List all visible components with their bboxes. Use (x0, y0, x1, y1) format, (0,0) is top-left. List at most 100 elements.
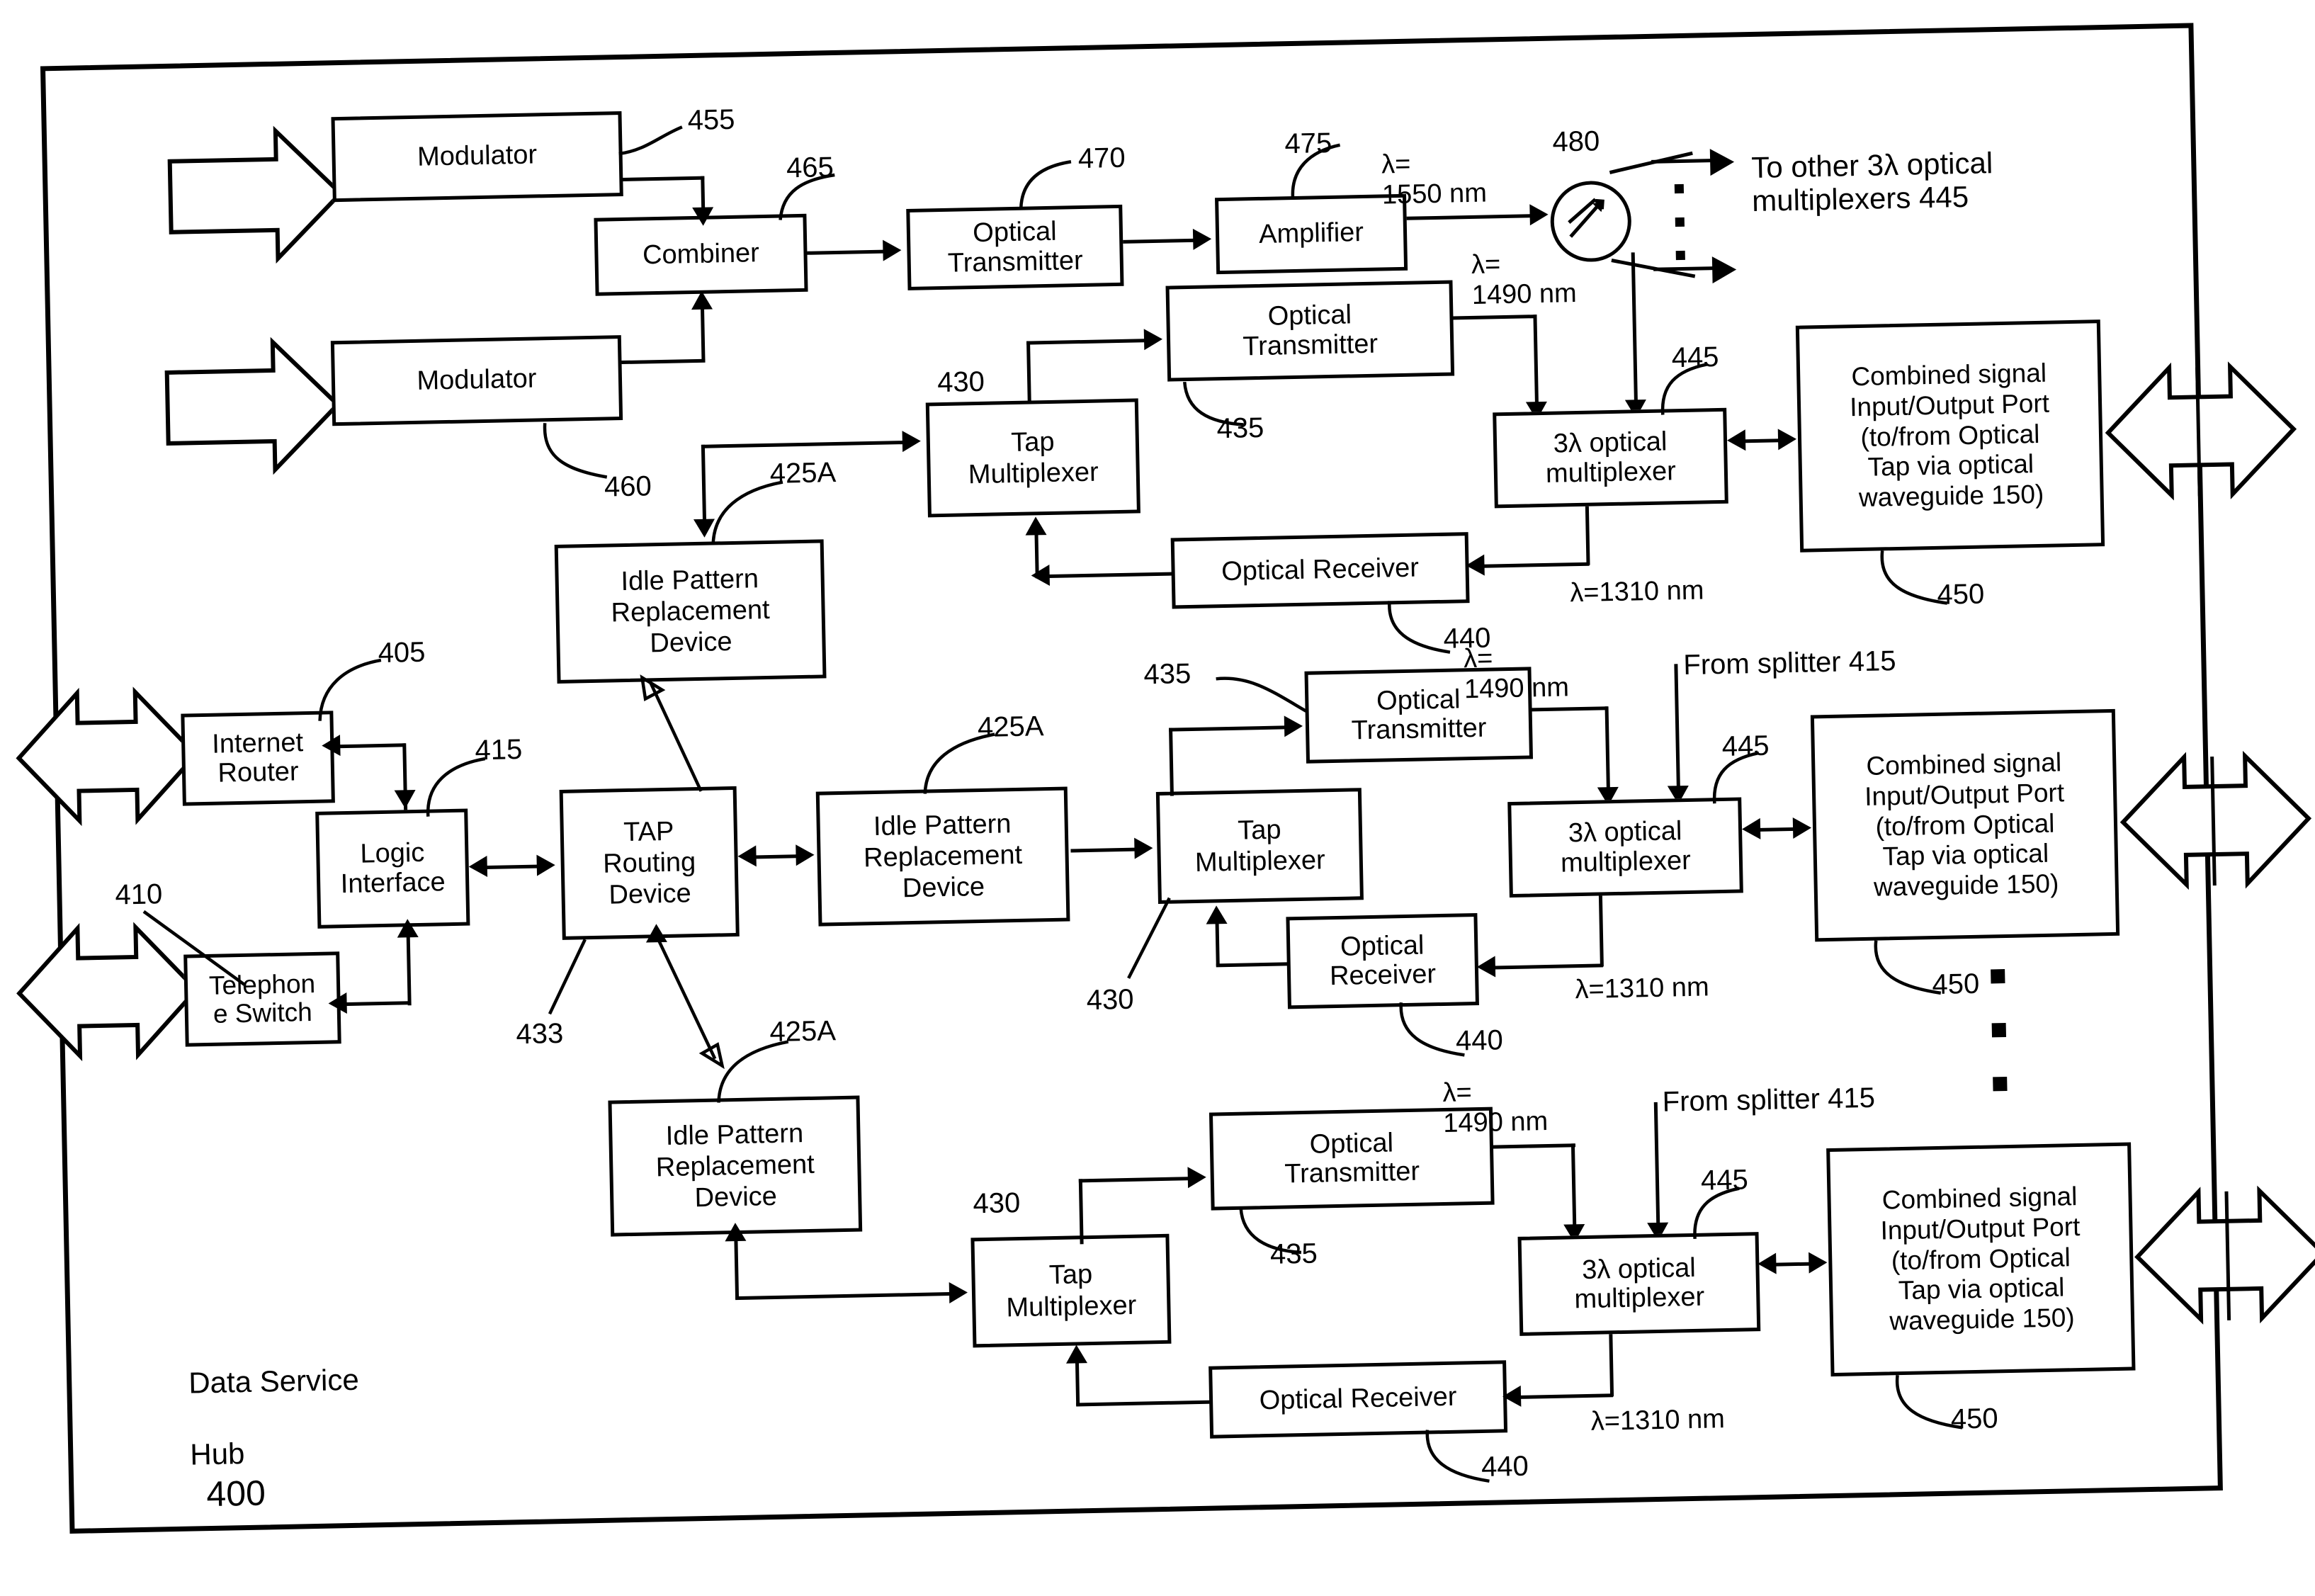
combined-signal-port-a[interactable]: Combined signal Input/Output Port (to/fr… (1795, 319, 2105, 553)
arrowhead-tapmux-a (902, 430, 922, 453)
modulator-top[interactable]: Modulator (331, 111, 623, 203)
arrowhead-logic-from-router (394, 790, 417, 809)
leader-435-mid (1216, 677, 1307, 713)
three-lambda-optical-multiplexer-c[interactable]: 3λ optical multiplexer (1517, 1232, 1761, 1336)
leader-470 (1019, 160, 1072, 208)
leader-430-mid (1127, 897, 1171, 979)
arrowhead-logic-tap-right (536, 854, 556, 876)
logic-interface[interactable]: Logic Interface (315, 808, 470, 929)
drawing-tilt-group: Data Service Hub 400 Modulator 455 Modul… (0, 0, 2315, 1596)
arrowhead-tap-routing-bottom-in (645, 923, 667, 943)
optical-transmitter-1550[interactable]: Optical Transmitter (906, 204, 1124, 290)
arrowhead-splitter (1529, 203, 1549, 226)
modulator-bottom[interactable]: Modulator (330, 335, 623, 426)
label-lambda-1490-mid: λ= 1490 nm (1463, 643, 1570, 704)
ref-430-mid: 430 (1086, 983, 1134, 1017)
label-to-other-multiplexers: To other 3λ optical multiplexers 445 (1750, 146, 1993, 218)
arrowhead-receiver-a-left (1031, 564, 1050, 587)
arrowhead-mux-a-port-left (1726, 429, 1746, 451)
optical-transmitter-a[interactable]: Optical Transmitter (1165, 280, 1455, 382)
label-from-splitter-bot: From splitter 415 (1662, 1082, 1876, 1118)
hub-title-line2: Hub (189, 1437, 245, 1471)
arrowhead-mux-c-port-right (1809, 1252, 1828, 1274)
leader-410 (142, 910, 246, 986)
optical-receiver-b[interactable]: Optical Receiver (1286, 912, 1479, 1009)
combined-signal-port-c[interactable]: Combined signal Input/Output Port (to/fr… (1826, 1142, 2136, 1377)
ref-440-mid: 440 (1455, 1024, 1504, 1057)
ref-460: 460 (604, 470, 652, 503)
three-lambda-optical-multiplexer-a[interactable]: 3λ optical multiplexer (1493, 407, 1728, 509)
label-from-splitter-mid: From splitter 415 (1682, 645, 1896, 681)
ref-435-top: 435 (1216, 412, 1264, 445)
arrowhead-splitter-out-top (1709, 148, 1735, 176)
arrowhead-router-in (321, 735, 341, 757)
amplifier[interactable]: Amplifier (1215, 193, 1408, 275)
arrowhead-to-combiner-top (692, 207, 714, 227)
ref-445-top: 445 (1671, 341, 1719, 374)
arrowhead-logic-from-switch (397, 918, 419, 938)
optical-receiver-c[interactable]: Optical Receiver (1209, 1360, 1508, 1439)
hub-title: Data Service Hub 400 (188, 1325, 446, 1515)
ref-430-top: 430 (936, 366, 985, 399)
ref-450-bot: 450 (1950, 1403, 1999, 1435)
splitter-icon (1568, 198, 1604, 238)
arrowhead-tapmux-b-from-receiver (1206, 905, 1228, 924)
label-lambda-1490-top: λ= 1490 nm (1471, 249, 1578, 310)
ref-425A-bot: 425A (769, 1015, 837, 1048)
tap-multiplexer-c[interactable]: Tap Multiplexer (970, 1233, 1172, 1348)
ref-430-bot: 430 (973, 1187, 1021, 1220)
arrowhead-idle-a (693, 519, 715, 538)
arrowhead-splitter-out-bottom (1711, 256, 1737, 284)
ref-435-bot: 435 (1269, 1238, 1318, 1270)
ref-433: 433 (516, 1017, 564, 1051)
arrowhead-tapmux-b (1134, 837, 1153, 859)
arrowhead-mux-b-port-right (1792, 817, 1812, 839)
video-input-arrow-top (167, 125, 344, 264)
tap-multiplexer-b[interactable]: Tap Multiplexer (1155, 788, 1364, 905)
ref-445-bot: 445 (1700, 1164, 1749, 1196)
ref-455: 455 (687, 103, 735, 137)
ref-450-top: 450 (1937, 578, 1985, 611)
ref-480: 480 (1552, 125, 1600, 158)
hub-title-line1: Data Service (188, 1363, 360, 1400)
arrowhead-transmitter-470 (883, 239, 902, 261)
label-lambda-1310-mid: λ=1310 nm (1575, 972, 1710, 1005)
leader-433 (548, 939, 587, 1015)
line-modulator-top-to-combiner-v (701, 176, 706, 212)
ref-440-bot: 440 (1481, 1450, 1529, 1483)
patent-figure-canvas: Data Service Hub 400 Modulator 455 Modul… (0, 0, 2315, 1596)
idle-pattern-replacement-a[interactable]: Idle Pattern Replacement Device (554, 539, 827, 684)
arrowhead-transmitter-a (1143, 328, 1163, 351)
three-lambda-optical-multiplexer-b[interactable]: 3λ optical multiplexer (1507, 797, 1743, 898)
ref-410: 410 (115, 878, 163, 911)
ref-475: 475 (1284, 127, 1332, 160)
arrowhead-idle-c-up (724, 1222, 747, 1242)
combined-signal-port-b[interactable]: Combined signal Input/Output Port (to/fr… (1810, 708, 2120, 942)
label-lambda-1310-bot: λ=1310 nm (1590, 1404, 1726, 1437)
arrowhead-amplifier (1192, 228, 1212, 250)
arrowhead-mux-a-port-right (1777, 428, 1797, 451)
ref-405: 405 (378, 636, 426, 669)
line-tap-to-idle-a (640, 674, 703, 792)
arrowhead-switch-in (328, 992, 347, 1014)
arrowhead-tapmux-c (949, 1281, 968, 1304)
label-lambda-1310-top: λ=1310 nm (1569, 575, 1704, 609)
tap-multiplexer-a[interactable]: Tap Multiplexer (925, 398, 1140, 518)
ref-465: 465 (786, 152, 834, 184)
ref-445-mid: 445 (1721, 730, 1770, 762)
arrowhead-mux-b-port-left (1741, 817, 1761, 840)
arrowhead-receiver-a-1310 (1466, 554, 1485, 577)
label-lambda-1490-bot: λ= 1490 nm (1442, 1077, 1549, 1138)
optical-receiver-a[interactable]: Optical Receiver (1170, 532, 1470, 609)
internet-router[interactable]: Internet Router (181, 711, 335, 806)
idle-pattern-replacement-b[interactable]: Idle Pattern Replacement Device (815, 786, 1070, 927)
idle-pattern-replacement-c[interactable]: Idle Pattern Replacement Device (608, 1095, 863, 1237)
arrowhead-to-combiner-bottom (691, 290, 713, 310)
arrowhead-transmitter-c (1187, 1166, 1207, 1189)
arrowhead-receiver-c-1310 (1502, 1385, 1522, 1408)
ref-425A-mid: 425A (977, 711, 1044, 744)
arrowhead-idle-b-right (796, 844, 815, 866)
ref-470: 470 (1077, 142, 1126, 175)
tap-routing-device[interactable]: TAP Routing Device (559, 786, 740, 940)
arrowhead-mux-c-port-left (1758, 1252, 1777, 1275)
